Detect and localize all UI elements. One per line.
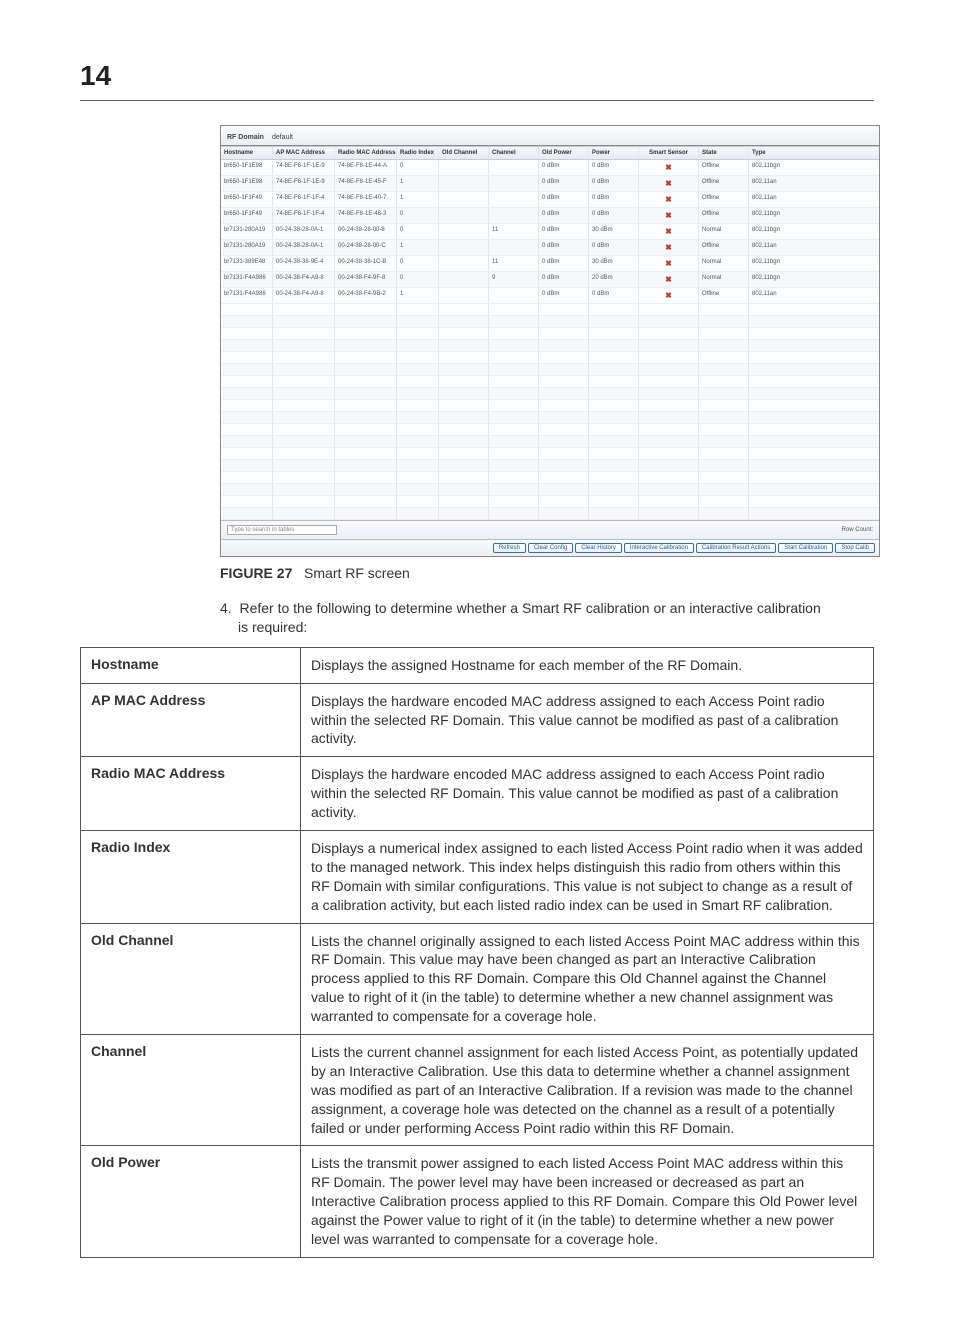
table-row[interactable]: br7131-280A1900-24-38-28-0A-100-24-38-28… (221, 224, 879, 240)
rf-domain-label: RF Domain (227, 134, 264, 141)
cross-icon: ✖ (665, 259, 672, 268)
table-row-empty (221, 328, 879, 340)
step-body: Refer to the following to determine whet… (238, 600, 821, 635)
grid-empty-area (221, 304, 879, 520)
table-row[interactable]: br7131-389E4800-24-38-38-9E-400-24-38-38… (221, 256, 879, 272)
table-row[interactable]: br7131-F4A98600-24-38-F4-A9-800-24-38-F4… (221, 288, 879, 304)
table-row-empty (221, 316, 879, 328)
row-count-label: Row Count: (842, 527, 873, 533)
table-row[interactable]: br7131-280A1900-24-38-28-0A-100-24-38-28… (221, 240, 879, 256)
definition-row: HostnameDisplays the assigned Hostname f… (81, 647, 874, 683)
table-row[interactable]: br650-1F1F4974-8E-F8-1F-1F-474-8E-F8-1E-… (221, 208, 879, 224)
cross-icon: ✖ (665, 211, 672, 220)
step-number: 4. (220, 600, 232, 616)
table-row-empty (221, 496, 879, 508)
definition-desc: Lists the transmit power assigned to eac… (301, 1146, 874, 1257)
grid-footer: Type to search in tables Row Count: (221, 520, 879, 539)
table-row-empty (221, 424, 879, 436)
rf-domain-value: default (272, 134, 293, 141)
table-row-empty (221, 508, 879, 520)
definition-desc: Displays the hardware encoded MAC addres… (301, 757, 874, 831)
step-text: 4. Refer to the following to determine w… (220, 599, 834, 637)
definition-desc: Lists the channel originally assigned to… (301, 923, 874, 1034)
table-row-empty (221, 448, 879, 460)
cross-icon: ✖ (665, 179, 672, 188)
table-row-empty (221, 400, 879, 412)
cross-icon: ✖ (665, 243, 672, 252)
definition-term: Channel (81, 1035, 301, 1146)
definition-term: Old Channel (81, 923, 301, 1034)
table-row-empty (221, 364, 879, 376)
table-row[interactable]: br650-1F1F4974-8E-F8-1F-1F-474-8E-F8-1E-… (221, 192, 879, 208)
header-rule (80, 100, 874, 101)
table-row-empty (221, 412, 879, 424)
definition-row: Radio IndexDisplays a numerical index as… (81, 831, 874, 924)
cross-icon: ✖ (665, 291, 672, 300)
col-ap-mac[interactable]: AP MAC Address (273, 147, 335, 159)
definitions-table: HostnameDisplays the assigned Hostname f… (80, 647, 874, 1258)
definition-term: Old Power (81, 1146, 301, 1257)
table-row-empty (221, 352, 879, 364)
table-row[interactable]: br7131-F4A98600-24-38-F4-A9-800-24-38-F4… (221, 272, 879, 288)
smart-rf-screenshot: RF Domain default Hostname AP MAC Addres… (220, 125, 880, 557)
table-row-empty (221, 484, 879, 496)
definition-desc: Displays the hardware encoded MAC addres… (301, 683, 874, 757)
col-channel[interactable]: Channel (489, 147, 539, 159)
table-row-empty (221, 376, 879, 388)
grid-header: Hostname AP MAC Address Radio MAC Addres… (221, 146, 879, 160)
definition-row: AP MAC AddressDisplays the hardware enco… (81, 683, 874, 757)
cross-icon: ✖ (665, 195, 672, 204)
col-old-power[interactable]: Old Power (539, 147, 589, 159)
clear-history-button[interactable]: Clear History (575, 543, 622, 553)
definition-row: ChannelLists the current channel assignm… (81, 1035, 874, 1146)
table-row-empty (221, 340, 879, 352)
table-row-empty (221, 472, 879, 484)
button-row: RefreshClear ConfigClear HistoryInteract… (221, 539, 879, 556)
definition-row: Old ChannelLists the channel originally … (81, 923, 874, 1034)
definition-desc: Lists the current channel assignment for… (301, 1035, 874, 1146)
clear-config-button[interactable]: Clear Config (528, 543, 573, 553)
definition-row: Old PowerLists the transmit power assign… (81, 1146, 874, 1257)
grid-body: br650-1F1E9874-8E-F8-1F-1E-974-8E-F8-1E-… (221, 160, 879, 304)
figure-caption: FIGURE 27 Smart RF screen (220, 565, 874, 581)
stop-calib-button[interactable]: Stop Calib (835, 543, 875, 553)
cross-icon: ✖ (665, 227, 672, 236)
col-type[interactable]: Type (749, 147, 804, 159)
table-row[interactable]: br650-1F1E9874-8E-F8-1F-1E-974-8E-F8-1E-… (221, 176, 879, 192)
cross-icon: ✖ (665, 163, 672, 172)
rf-domain-bar: RF Domain default (221, 130, 879, 146)
definition-term: AP MAC Address (81, 683, 301, 757)
table-row-empty (221, 304, 879, 316)
definition-row: Radio MAC AddressDisplays the hardware e… (81, 757, 874, 831)
col-smart-sensor[interactable]: Smart Sensor (639, 147, 699, 159)
table-row-empty (221, 460, 879, 472)
table-row[interactable]: br650-1F1E9874-8E-F8-1F-1E-974-8E-F8-1E-… (221, 160, 879, 176)
col-hostname[interactable]: Hostname (221, 147, 273, 159)
refresh-button[interactable]: Refresh (493, 543, 526, 553)
col-power[interactable]: Power (589, 147, 639, 159)
table-row-empty (221, 436, 879, 448)
col-old-channel[interactable]: Old Channel (439, 147, 489, 159)
col-radio-index[interactable]: Radio Index (397, 147, 439, 159)
interactive-calibration-button[interactable]: Interactive Calibration (624, 543, 694, 553)
cross-icon: ✖ (665, 275, 672, 284)
figure-title: Smart RF screen (304, 565, 410, 581)
col-radio-mac[interactable]: Radio MAC Address (335, 147, 397, 159)
definition-desc: Displays a numerical index assigned to e… (301, 831, 874, 924)
col-state[interactable]: State (699, 147, 749, 159)
table-row-empty (221, 388, 879, 400)
figure-label: FIGURE 27 (220, 565, 292, 581)
definition-term: Radio Index (81, 831, 301, 924)
search-input[interactable]: Type to search in tables (227, 525, 337, 535)
definition-desc: Displays the assigned Hostname for each … (301, 647, 874, 683)
page-number: 14 (80, 60, 874, 92)
definition-term: Radio MAC Address (81, 757, 301, 831)
calibration-result-actions-button[interactable]: Calibration Result Actions (696, 543, 776, 553)
definition-term: Hostname (81, 647, 301, 683)
start-calibration-button[interactable]: Start Calibration (778, 543, 833, 553)
